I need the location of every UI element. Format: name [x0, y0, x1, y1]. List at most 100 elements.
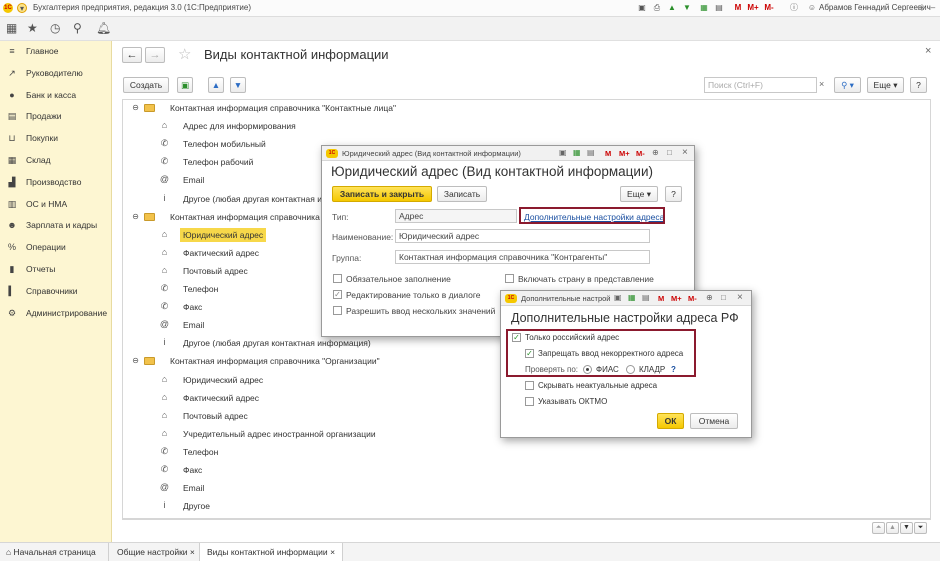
dialog-table-icon[interactable]: ▦ — [573, 148, 581, 157]
fias-radio[interactable] — [583, 365, 592, 374]
sidebar-item[interactable]: ▥ ОС и НМА — [0, 194, 112, 214]
print-icon[interactable]: ⎙ — [652, 3, 662, 13]
close-tab-icon[interactable]: × — [190, 547, 195, 557]
back-button[interactable]: ← — [122, 47, 142, 63]
favorite-star-icon[interactable]: ☆ — [178, 45, 191, 63]
tree-item-row[interactable]: Фактический адрес — [183, 393, 259, 403]
sidebar-item[interactable]: ▮ Отчеты — [0, 259, 112, 279]
dialog-rf-save-icon[interactable]: ▣ — [614, 293, 622, 302]
tree-item-row[interactable]: Фактический адрес — [183, 248, 259, 258]
tree-item-row[interactable]: Учредительный адрес иностранной организа… — [183, 429, 376, 439]
dialog-calendar-icon[interactable]: ▤ — [587, 148, 595, 157]
window-min-icon[interactable]: ‒ — [928, 3, 938, 13]
scroll-top-button[interactable]: ⏶ — [872, 522, 885, 534]
sidebar-item[interactable]: % Операции — [0, 237, 112, 257]
tab-general-settings[interactable]: Общие настройки × — [109, 543, 200, 561]
tree-item-row[interactable]: Почтовый адрес — [183, 411, 248, 421]
tree-item-row[interactable]: Другое — [183, 501, 210, 511]
dialog-more-button[interactable]: Еще ▾ — [620, 186, 658, 202]
tree-item-row[interactable]: Факс — [183, 465, 202, 475]
cancel-button[interactable]: Отмена — [690, 413, 738, 429]
tree-item-row[interactable]: Факс — [183, 302, 202, 312]
tree-item-row[interactable]: Адрес для информирования — [183, 121, 296, 131]
create-group-button[interactable]: ▣ — [177, 77, 193, 93]
dialog-memory-mminus-icon[interactable]: M- — [636, 149, 645, 158]
dialog-rf-maximize-icon[interactable]: □ — [721, 293, 726, 302]
scroll-bottom-button[interactable]: ⏷ — [914, 522, 927, 534]
tree-item-row[interactable]: Email — [183, 175, 204, 185]
tree-group-row[interactable]: Контактная информация справочника "Конта… — [170, 103, 396, 113]
menu-dots-icon[interactable]: ⋮ — [917, 3, 927, 13]
tree-item-row-selected[interactable]: Юридический адрес — [180, 227, 267, 242]
tree-group-row[interactable]: Контактная информация справочника "Орган… — [170, 356, 380, 366]
tree-item-row[interactable]: Email — [183, 483, 204, 493]
collapse-toggle-icon[interactable]: ⊖ — [130, 355, 141, 366]
search-input[interactable]: Поиск (Ctrl+F) — [704, 77, 817, 93]
create-button[interactable]: Создать — [123, 77, 169, 93]
dialog-save-icon[interactable]: ▣ — [559, 148, 567, 157]
dialog-rf-memory-mminus-icon[interactable]: M- — [688, 294, 697, 303]
dialog-rf-calendar-icon[interactable]: ▤ — [642, 293, 650, 302]
forbid-incorrect-checkbox[interactable]: ✓ — [525, 349, 534, 358]
apps-grid-icon[interactable]: ▦ — [6, 21, 17, 35]
download-icon[interactable]: ▼ — [682, 3, 692, 13]
dialog-rf-table-icon[interactable]: ▦ — [628, 293, 636, 302]
close-form-icon[interactable]: × — [925, 45, 931, 57]
required-checkbox[interactable] — [333, 274, 342, 283]
save-icon[interactable]: ▣ — [637, 3, 647, 13]
dialog-memory-mplus-icon[interactable]: M+ — [619, 149, 630, 158]
dialog-rf-zoom-icon[interactable]: ⊕ — [706, 293, 713, 302]
search-options-button[interactable]: ⚲ ▾ — [834, 77, 861, 93]
dialog-maximize-icon[interactable]: □ — [667, 148, 672, 157]
tree-item-row[interactable]: Email — [183, 320, 204, 330]
close-tab-icon[interactable]: × — [330, 547, 335, 557]
upload-icon[interactable]: ▲ — [667, 3, 677, 13]
dialog-memory-m-icon[interactable]: M — [605, 149, 611, 158]
dialog-rf-memory-m-icon[interactable]: M — [658, 294, 664, 303]
dialog-close-icon[interactable]: × — [682, 147, 688, 158]
save-and-close-button[interactable]: Записать и закрыть — [332, 186, 432, 202]
favorites-star-icon[interactable]: ★ — [27, 21, 38, 35]
dialog-rf-close-icon[interactable]: × — [737, 292, 743, 303]
dialog-help-button[interactable]: ? — [665, 186, 682, 202]
kladr-radio[interactable] — [626, 365, 635, 374]
sidebar-item[interactable]: ≡ Главное — [0, 41, 112, 61]
notifications-bell-icon[interactable]: 🔔︎ — [96, 21, 111, 35]
oktmo-checkbox[interactable] — [525, 397, 534, 406]
memory-mplus-icon[interactable]: M+ — [745, 3, 761, 13]
sidebar-item[interactable]: ↗ Руководителю — [0, 63, 112, 83]
tree-item-row[interactable]: Телефон мобильный — [183, 139, 266, 149]
sidebar-item[interactable]: ☻ Зарплата и кадры — [0, 215, 112, 235]
tab-home[interactable]: ⌂ Начальная страница — [0, 543, 109, 561]
tree-item-row[interactable]: Телефон — [183, 284, 218, 294]
type-field[interactable]: Адрес — [395, 209, 517, 223]
forward-button[interactable]: → — [145, 47, 165, 63]
sidebar-item[interactable]: ▟ Производство — [0, 172, 112, 192]
ok-button[interactable]: ОК — [657, 413, 684, 429]
help-button[interactable]: ? — [910, 77, 927, 93]
check-by-help-link[interactable]: ? — [671, 365, 676, 374]
table-icon[interactable]: ▦ — [699, 3, 709, 13]
sidebar-item[interactable]: ⊔ Покупки — [0, 128, 112, 148]
clear-search-icon[interactable]: × — [819, 79, 824, 89]
sidebar-item[interactable]: ● Банк и касса — [0, 85, 112, 105]
collapse-toggle-icon[interactable]: ⊖ — [130, 102, 141, 113]
calendar-icon[interactable]: ▤ — [714, 3, 724, 13]
main-menu-icon[interactable]: ▾ — [17, 3, 27, 13]
tree-item-row[interactable]: Юридический адрес — [183, 375, 263, 385]
scroll-down-button[interactable]: ▼ — [900, 522, 913, 534]
sidebar-item[interactable]: ▦ Склад — [0, 150, 112, 170]
memory-mminus-icon[interactable]: M- — [762, 3, 776, 13]
multiple-values-checkbox[interactable] — [333, 306, 342, 315]
tab-contact-info-kinds[interactable]: Виды контактной информации × — [200, 543, 343, 561]
memory-m-icon[interactable]: M — [733, 3, 743, 13]
collapse-toggle-icon[interactable]: ⊖ — [130, 211, 141, 222]
group-field[interactable]: Контактная информация справочника "Контр… — [395, 250, 650, 264]
dialog-only-checkbox[interactable]: ✓ — [333, 290, 342, 299]
move-down-button[interactable]: ▼ — [230, 77, 246, 93]
more-button[interactable]: Еще ▾ — [867, 77, 904, 93]
tree-item-row[interactable]: Телефон — [183, 447, 218, 457]
name-field[interactable]: Юридический адрес — [395, 229, 650, 243]
dialog-zoom-icon[interactable]: ⊕ — [652, 148, 659, 157]
sidebar-item[interactable]: ▤ Продажи — [0, 106, 112, 126]
